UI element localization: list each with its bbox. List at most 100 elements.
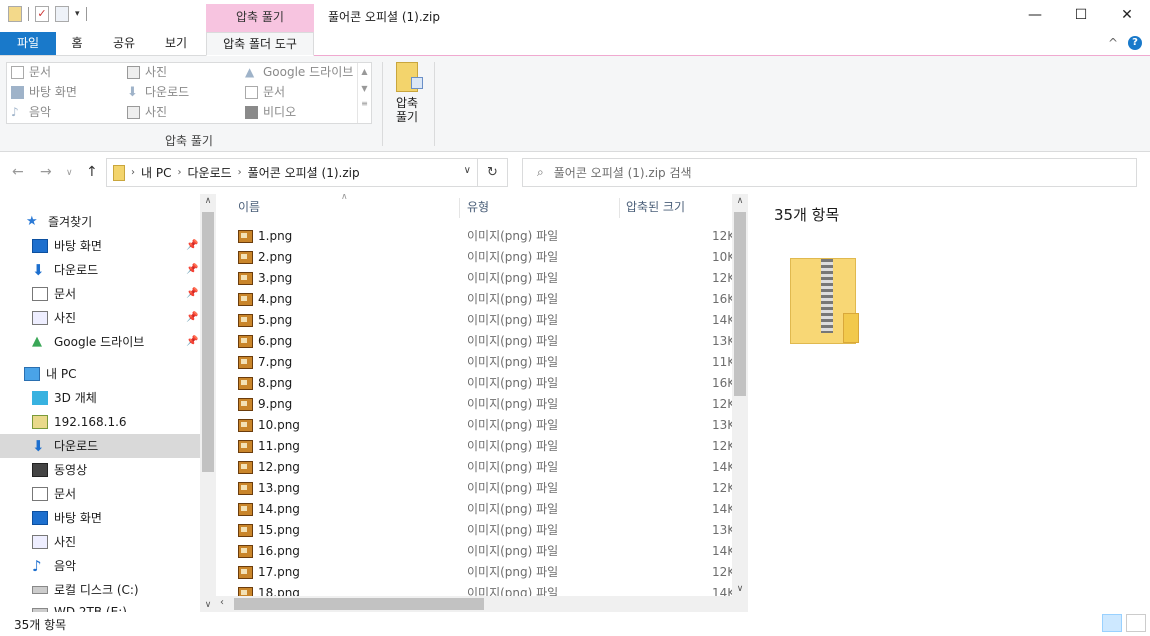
extract-to-desktop[interactable]: 바탕 화면 xyxy=(11,83,77,101)
extract-to-google-drive[interactable]: ▲ Google 드라이브 xyxy=(245,63,353,81)
nav-item-local-disk[interactable]: 로컬 디스크 (C:) xyxy=(32,578,139,602)
music-icon: ♪ xyxy=(11,104,19,119)
file-row[interactable]: 1.png 이미지(png) 파일 12K xyxy=(216,226,735,247)
nav-item-google-drive[interactable]: ▲ Google 드라이브 xyxy=(32,330,144,354)
nav-quick-access[interactable]: ★ 즐겨찾기 xyxy=(26,210,92,234)
file-row[interactable]: 9.png 이미지(png) 파일 12K xyxy=(216,394,735,415)
scroll-left-icon[interactable]: ‹ xyxy=(220,597,224,608)
file-row[interactable]: 4.png 이미지(png) 파일 16K xyxy=(216,289,735,310)
file-row[interactable]: 7.png 이미지(png) 파일 11K xyxy=(216,352,735,373)
extract-to-downloads[interactable]: ⬇ 다운로드 xyxy=(127,83,189,101)
extract-to-pictures-2[interactable]: 사진 xyxy=(127,103,167,121)
tab-view[interactable]: 보기 xyxy=(154,32,198,55)
nav-scrollbar[interactable]: ∧ ∨ xyxy=(200,194,216,612)
help-icon[interactable]: ? xyxy=(1128,36,1142,50)
scroll-up-icon[interactable]: ∧ xyxy=(200,196,216,206)
chevron-down-icon[interactable]: ∨ xyxy=(464,165,471,176)
chevron-right-icon[interactable]: › xyxy=(177,167,181,178)
scroll-thumb[interactable] xyxy=(234,598,484,610)
customize-toolbar-dropdown[interactable]: ▾ xyxy=(75,9,80,19)
file-row[interactable]: 10.png 이미지(png) 파일 13K xyxy=(216,415,735,436)
gallery-down-icon[interactable]: ▼ xyxy=(358,84,371,93)
nav-item-desktop[interactable]: 바탕 화면 xyxy=(32,234,102,258)
breadcrumb-this-pc[interactable]: 내 PC xyxy=(141,164,171,181)
scroll-down-icon[interactable]: ∨ xyxy=(732,584,748,594)
extract-to-pictures[interactable]: 사진 xyxy=(127,63,167,81)
nav-item-3d-objects[interactable]: 3D 개체 xyxy=(32,386,97,410)
back-icon[interactable]: ← xyxy=(12,164,24,180)
file-row[interactable]: 16.png 이미지(png) 파일 14K xyxy=(216,541,735,562)
pin-icon[interactable]: 📌 xyxy=(186,288,198,299)
close-button[interactable]: ✕ xyxy=(1104,0,1150,32)
pin-icon[interactable]: 📌 xyxy=(186,336,198,347)
pin-icon[interactable]: 📌 xyxy=(186,240,198,251)
nav-item-pictures[interactable]: 사진 xyxy=(32,306,76,330)
column-separator[interactable] xyxy=(459,198,460,218)
file-row[interactable]: 5.png 이미지(png) 파일 14K xyxy=(216,310,735,331)
extract-to-music[interactable]: ♪ 음악 xyxy=(11,103,51,121)
nav-item-music[interactable]: ♪ 음악 xyxy=(32,554,76,578)
scroll-thumb[interactable] xyxy=(734,212,746,396)
recent-locations-icon[interactable]: ∨ xyxy=(66,168,73,178)
tab-compressed-folder-tools[interactable]: 압축 폴더 도구 xyxy=(206,32,314,56)
up-icon[interactable]: ↑ xyxy=(86,164,98,180)
nav-item-downloads-pc[interactable]: ⬇ 다운로드 xyxy=(0,434,200,458)
gallery-up-icon[interactable]: ▲ xyxy=(358,67,371,76)
extract-to-videos[interactable]: 비디오 xyxy=(245,103,296,121)
file-row[interactable]: 15.png 이미지(png) 파일 13K xyxy=(216,520,735,541)
nav-item-wd-drive[interactable]: WD 2TB (E:) xyxy=(32,600,127,612)
pin-icon[interactable]: 📌 xyxy=(186,312,198,323)
extract-all-button[interactable]: 압축 풀기 xyxy=(390,62,424,124)
collapse-ribbon-icon[interactable]: ^ xyxy=(1108,36,1118,50)
nav-item-videos[interactable]: 동영상 xyxy=(32,458,87,482)
file-row[interactable]: 12.png 이미지(png) 파일 14K xyxy=(216,457,735,478)
scroll-thumb[interactable] xyxy=(202,212,214,472)
forward-icon[interactable]: → xyxy=(40,164,52,180)
nav-item-documents[interactable]: 문서 xyxy=(32,282,76,306)
gallery-scrollbar[interactable]: ▲ ▼ ≡ xyxy=(357,63,371,123)
file-row[interactable]: 14.png 이미지(png) 파일 14K xyxy=(216,499,735,520)
column-header-name[interactable]: 이름 xyxy=(238,194,260,220)
file-list-scrollbar[interactable]: ∧ ∨ xyxy=(732,194,748,596)
tab-home[interactable]: 홈 xyxy=(58,32,96,55)
tab-file[interactable]: 파일 xyxy=(0,32,56,55)
file-row[interactable]: 2.png 이미지(png) 파일 10K xyxy=(216,247,735,268)
breadcrumb-downloads[interactable]: 다운로드 xyxy=(187,164,231,181)
address-bar[interactable]: › 내 PC › 다운로드 › 풀어콘 오피셜 (1).zip ∨ xyxy=(106,158,478,187)
gallery-more-icon[interactable]: ≡ xyxy=(358,99,371,108)
file-row[interactable]: 17.png 이미지(png) 파일 12K xyxy=(216,562,735,583)
nav-item-pictures-pc[interactable]: 사진 xyxy=(32,530,76,554)
details-view-icon[interactable] xyxy=(1102,614,1122,632)
minimize-button[interactable]: — xyxy=(1012,0,1058,32)
file-list-horizontal-scrollbar[interactable]: ‹ xyxy=(216,596,748,612)
breadcrumb-zip[interactable]: 풀어콘 오피셜 (1).zip xyxy=(248,164,360,181)
file-row[interactable]: 6.png 이미지(png) 파일 13K xyxy=(216,331,735,352)
nav-item-downloads[interactable]: ⬇ 다운로드 xyxy=(32,258,98,282)
column-header-size[interactable]: 압축된 크기 xyxy=(626,194,685,220)
file-row[interactable]: 8.png 이미지(png) 파일 16K xyxy=(216,373,735,394)
large-icons-view-icon[interactable] xyxy=(1126,614,1146,632)
file-row[interactable]: 3.png 이미지(png) 파일 12K xyxy=(216,268,735,289)
tab-share[interactable]: 공유 xyxy=(102,32,146,55)
nav-item-desktop-pc[interactable]: 바탕 화면 xyxy=(32,506,102,530)
refresh-button[interactable]: ↻ xyxy=(478,158,508,187)
search-box[interactable]: ⌕ 풀어콘 오피셜 (1).zip 검색 xyxy=(522,158,1137,187)
nav-item-network-share[interactable]: 192.168.1.6 xyxy=(32,410,127,434)
pin-icon[interactable]: 📌 xyxy=(186,264,198,275)
new-folder-icon[interactable] xyxy=(55,6,69,22)
extract-to-documents[interactable]: 문서 xyxy=(11,63,51,81)
column-separator[interactable] xyxy=(619,198,620,218)
extract-to-documents-2[interactable]: 문서 xyxy=(245,83,285,101)
nav-label: WD 2TB (E:) xyxy=(54,605,127,612)
file-row[interactable]: 11.png 이미지(png) 파일 12K xyxy=(216,436,735,457)
scroll-up-icon[interactable]: ∧ xyxy=(732,196,748,206)
chevron-right-icon[interactable]: › xyxy=(238,167,242,178)
nav-item-documents-pc[interactable]: 문서 xyxy=(32,482,76,506)
file-row[interactable]: 13.png 이미지(png) 파일 12K xyxy=(216,478,735,499)
column-header-type[interactable]: 유형 xyxy=(467,194,489,220)
chevron-right-icon[interactable]: › xyxy=(131,167,135,178)
scroll-down-icon[interactable]: ∨ xyxy=(200,600,216,610)
nav-this-pc[interactable]: 내 PC xyxy=(24,362,76,386)
maximize-button[interactable]: ☐ xyxy=(1058,0,1104,32)
properties-icon[interactable]: ✓ xyxy=(35,6,49,22)
